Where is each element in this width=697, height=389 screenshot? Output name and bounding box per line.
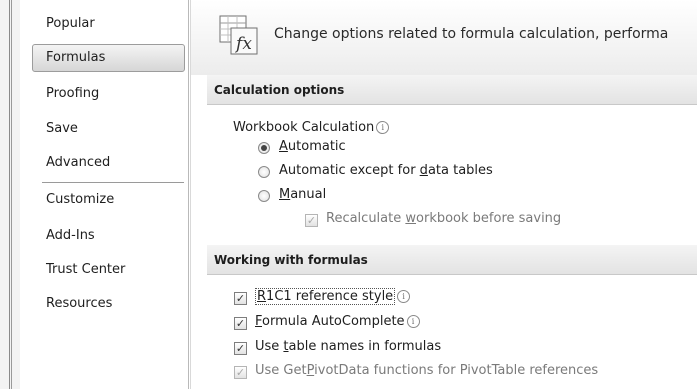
formula-autocomplete-checkbox[interactable]: ✓ — [234, 317, 247, 330]
radio-automatic-except-tables-label[interactable]: Automatic except for data tables — [279, 163, 493, 178]
use-table-names-checkbox[interactable]: ✓ — [234, 342, 247, 355]
svg-text:fx: fx — [234, 34, 252, 54]
options-sidebar: Popular Formulas Proofing Save Advanced … — [20, 0, 188, 389]
window-frame-left — [0, 0, 20, 389]
info-icon[interactable]: i — [406, 315, 420, 328]
sidebar-separator — [42, 182, 184, 183]
sidebar-item-resources[interactable]: Resources — [32, 290, 185, 318]
getpivotdata-label: Use GetPivotData functions for PivotTabl… — [255, 363, 598, 378]
label-part: Use — [255, 339, 284, 354]
radio-automatic[interactable] — [258, 142, 270, 154]
access-key: A — [279, 139, 288, 154]
radio-manual[interactable] — [258, 190, 270, 202]
label-part: ivotData functions for PivotTable refere… — [314, 363, 599, 378]
label-part: Recalculate — [326, 211, 406, 226]
working-with-formulas-header: Working with formulas — [207, 245, 697, 275]
label-part: able names in formulas — [288, 339, 442, 354]
sidebar-item-advanced[interactable]: Advanced — [32, 149, 185, 177]
sidebar-divider — [188, 0, 189, 389]
calculation-options-header: Calculation options — [207, 75, 697, 105]
info-icon[interactable]: i — [397, 290, 411, 303]
r1c1-reference-style-checkbox[interactable]: ✓ — [234, 292, 247, 305]
focus-outline: R1C1 reference style — [255, 288, 396, 305]
recalculate-before-saving-label: Recalculate workbook before saving — [326, 211, 561, 226]
sidebar-item-customize[interactable]: Customize — [32, 186, 185, 214]
label-part: 1C1 reference style — [266, 289, 394, 304]
formula-autocomplete-label[interactable]: Formula AutoComplete i — [255, 314, 420, 329]
radio-manual-label[interactable]: Manual — [279, 187, 326, 202]
sidebar-item-popular[interactable]: Popular — [32, 10, 185, 38]
sidebar-item-proofing[interactable]: Proofing — [32, 80, 185, 108]
frame-border — [9, 0, 10, 389]
sidebar-item-formulas[interactable]: Formulas — [32, 44, 185, 72]
workbook-calculation-label: Workbook Calculation i — [233, 120, 390, 135]
access-key: d — [419, 163, 428, 178]
formula-fx-icon: fx — [219, 15, 258, 55]
label-part: Automatic except for — [279, 163, 420, 178]
access-key: M — [279, 187, 291, 202]
access-key: R — [257, 289, 267, 304]
sidebar-item-trust-center[interactable]: Trust Center — [32, 256, 185, 284]
access-key: w — [405, 211, 417, 226]
sidebar-item-add-ins[interactable]: Add-Ins — [32, 222, 185, 250]
access-key: F — [255, 314, 263, 329]
sidebar-item-save[interactable]: Save — [32, 115, 185, 143]
recalculate-before-saving-checkbox[interactable]: ✓ — [305, 214, 318, 227]
label-part: utomatic — [287, 139, 346, 154]
formulas-panel: fx Change options related to formula cal… — [191, 0, 697, 389]
label-part: ata tables — [427, 163, 493, 178]
info-icon[interactable]: i — [376, 121, 390, 134]
getpivotdata-checkbox[interactable]: ✓ — [234, 366, 247, 379]
workbook-calculation-text: Workbook Calculation — [233, 120, 375, 135]
frame-border — [11, 0, 12, 389]
panel-header-text: Change options related to formula calcul… — [274, 26, 669, 42]
label-part: ormula AutoComplete — [262, 314, 405, 329]
label-part: orkbook before saving — [416, 211, 562, 226]
radio-automatic-except-tables[interactable] — [258, 166, 270, 178]
radio-automatic-label[interactable]: Automatic — [279, 139, 346, 154]
label-part: anual — [290, 187, 327, 202]
label-part: Use Get — [255, 363, 307, 378]
use-table-names-label[interactable]: Use table names in formulas — [255, 339, 441, 354]
r1c1-reference-style-label[interactable]: R1C1 reference style i — [255, 288, 411, 305]
